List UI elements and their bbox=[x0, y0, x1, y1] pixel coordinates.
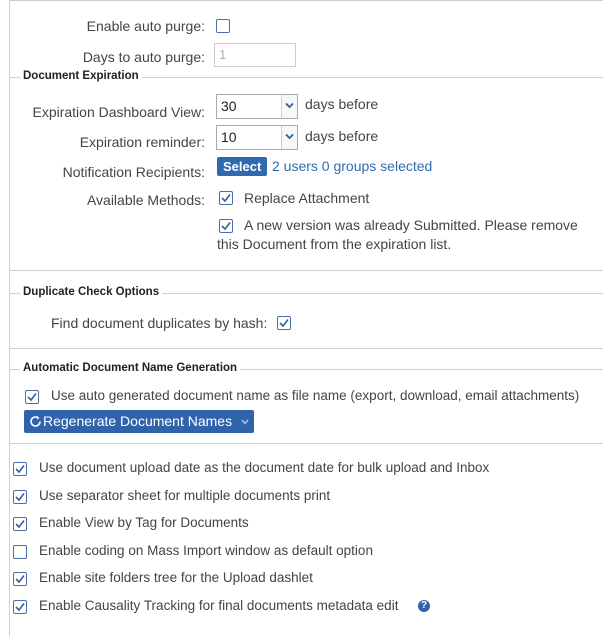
check-icon bbox=[15, 465, 25, 474]
new-version-submitted-label-line1: A new version was already Submitted. Ple… bbox=[244, 217, 578, 233]
option-label: Enable site folders tree for the Upload … bbox=[39, 570, 313, 585]
check-icon bbox=[27, 393, 37, 402]
option-label: Use document upload date as the document… bbox=[39, 460, 490, 475]
duplicate-check-legend: Duplicate Check Options bbox=[20, 286, 163, 298]
dropdown-button[interactable] bbox=[281, 95, 297, 118]
find-duplicates-by-hash-label: Find document duplicates by hash: bbox=[51, 315, 268, 331]
reminder-days-before-text: days before bbox=[305, 128, 379, 144]
option-checkbox[interactable] bbox=[13, 572, 27, 586]
option-label: Enable Causality Tracking for final docu… bbox=[39, 597, 399, 613]
option-checkbox[interactable] bbox=[13, 462, 27, 476]
replace-attachment-checkbox[interactable] bbox=[219, 191, 233, 205]
check-icon bbox=[221, 194, 231, 203]
check-icon bbox=[15, 575, 25, 584]
chevron-down-icon bbox=[285, 133, 294, 140]
enable-auto-purge-label: Enable auto purge: bbox=[86, 18, 205, 34]
recipients-summary-link[interactable]: 2 users 0 groups selected bbox=[272, 158, 432, 174]
refresh-icon bbox=[30, 416, 41, 427]
chevron-down-icon bbox=[241, 419, 249, 425]
expiration-reminder-select[interactable]: 10 bbox=[216, 125, 298, 150]
section-divider bbox=[9, 348, 603, 349]
check-icon bbox=[15, 520, 25, 529]
new-version-submitted-label-line2: this Document from the expiration list. bbox=[217, 236, 452, 252]
dashboard-days-before-text: days before bbox=[305, 96, 379, 112]
days-to-auto-purge-label: Days to auto purge: bbox=[82, 49, 205, 65]
check-icon bbox=[15, 602, 25, 611]
use-auto-generated-name-checkbox[interactable] bbox=[25, 390, 39, 404]
option-checkbox[interactable] bbox=[13, 599, 27, 614]
reminder-value: 10 bbox=[221, 129, 237, 145]
option-checkbox[interactable] bbox=[13, 489, 27, 504]
enable-auto-purge-checkbox[interactable] bbox=[216, 19, 230, 33]
option-checkbox[interactable] bbox=[13, 517, 27, 531]
notification-recipients-label: Notification Recipients: bbox=[62, 164, 205, 180]
chevron-down-icon bbox=[285, 102, 294, 109]
help-icon[interactable]: ? bbox=[418, 599, 430, 612]
days-to-auto-purge-input[interactable]: 1 bbox=[214, 43, 296, 67]
dashboard-view-value: 30 bbox=[221, 98, 237, 114]
new-version-submitted-checkbox[interactable] bbox=[219, 219, 233, 233]
document-expiration-legend: Document Expiration bbox=[20, 70, 142, 82]
find-duplicates-by-hash-checkbox[interactable] bbox=[277, 316, 291, 330]
select-recipients-button[interactable]: Select bbox=[217, 157, 268, 176]
replace-attachment-label: Replace Attachment bbox=[244, 190, 370, 206]
expiration-dashboard-view-select[interactable]: 30 bbox=[216, 94, 298, 119]
option-label: Use separator sheet for multiple documen… bbox=[39, 487, 331, 503]
expiration-reminder-label: Expiration reminder: bbox=[79, 134, 205, 150]
regenerate-document-names-button[interactable]: Regenerate Document Names bbox=[24, 410, 254, 433]
expiration-dashboard-view-label: Expiration Dashboard View: bbox=[32, 104, 205, 120]
use-auto-generated-name-label: Use auto generated document name as file… bbox=[51, 388, 580, 403]
regenerate-button-label: Regenerate Document Names bbox=[43, 413, 233, 429]
check-icon bbox=[15, 492, 25, 501]
section-divider bbox=[9, 270, 603, 271]
option-label: Enable View by Tag for Documents bbox=[39, 515, 249, 530]
check-icon bbox=[279, 319, 289, 328]
name-generation-legend: Automatic Document Name Generation bbox=[20, 362, 241, 374]
check-icon bbox=[221, 222, 231, 231]
section-divider bbox=[9, 443, 603, 444]
dropdown-button[interactable] bbox=[281, 126, 297, 149]
option-checkbox[interactable] bbox=[13, 544, 27, 559]
available-methods-label: Available Methods: bbox=[86, 192, 205, 208]
option-label: Enable coding on Mass Import window as d… bbox=[39, 542, 373, 558]
